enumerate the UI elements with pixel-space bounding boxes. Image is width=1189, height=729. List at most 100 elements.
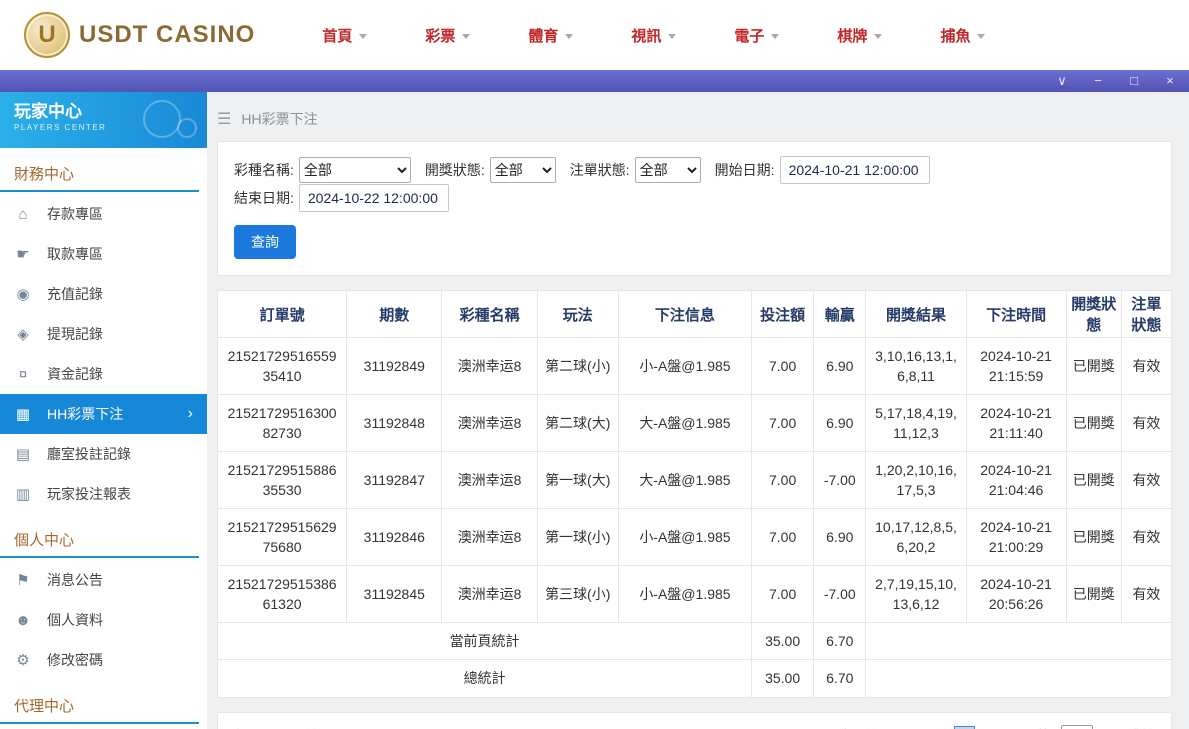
draw-status-select[interactable]: 全部 (490, 157, 556, 183)
chevron-right-icon: › (188, 405, 193, 423)
nav-item-board-games[interactable]: 棋牌 (837, 25, 882, 46)
col-header-order-status: 注單狀態 (1121, 291, 1171, 338)
sidebar-item-player-bet-report[interactable]: ▥ 玩家投注報表 (0, 474, 207, 514)
end-date-label: 結束日期: (234, 188, 294, 208)
withdraw-record-icon: ◈ (14, 325, 32, 343)
section-title-personal: 個人中心 (0, 514, 199, 558)
nav-item-slots[interactable]: 電子 (734, 25, 779, 46)
collapse-icon[interactable]: ∨ (1055, 70, 1069, 92)
sidebar-item-room-bet-records[interactable]: ▤ 廳室投註記錄 (0, 434, 207, 474)
col-header-result: 開獎結果 (866, 291, 966, 338)
chevron-down-icon (771, 34, 779, 39)
sidebar-item-profile[interactable]: ☻ 個人資料 (0, 600, 207, 640)
sidebar-item-withdraw-record[interactable]: ◈ 提現記錄 (0, 314, 207, 354)
section-title-agent: 代理中心 (0, 680, 199, 724)
cell-win-loss: 6.90 (814, 395, 866, 452)
logo-text: USDT CASINO (79, 21, 255, 49)
jump-suffix-label: 页 (1103, 726, 1117, 729)
hamburger-menu-icon[interactable]: ☰ (217, 109, 231, 129)
report-icon: ▥ (14, 485, 32, 503)
table-row: 2152172951562975680 31192846 澳洲幸运8 第一球(小… (218, 509, 1171, 566)
breadcrumb: ☰ HH彩票下注 (217, 109, 1172, 129)
chevron-down-icon (565, 34, 573, 39)
cell-amount: 7.00 (752, 338, 814, 395)
pagination-bar: 每頁顯示20條 共5条 首页 上一页 1 下一页 第 页 跳转 (217, 712, 1172, 729)
page-summary-label: 當前頁統計 (218, 623, 752, 660)
cell-bet-info: 大-A盤@1.985 (618, 395, 751, 452)
start-date-input[interactable] (780, 156, 930, 184)
total-count-text: 共5条 (818, 726, 854, 729)
cell-amount: 7.00 (752, 452, 814, 509)
chevron-down-icon (462, 34, 470, 39)
maximize-icon[interactable]: □ (1127, 70, 1141, 92)
order-status-select[interactable]: 全部 (635, 157, 701, 183)
cell-bet-time: 2024-10-21 21:00:29 (966, 509, 1066, 566)
col-header-bet-time: 下注時間 (966, 291, 1066, 338)
sidebar-item-label: 玩家投注報表 (47, 484, 131, 504)
query-button[interactable]: 查詢 (234, 225, 296, 259)
current-page-indicator[interactable]: 1 (954, 726, 975, 729)
nav-item-sports[interactable]: 體育 (528, 25, 573, 46)
gamepad-decoration-icon (143, 100, 181, 138)
first-page-link[interactable]: 首页 (864, 726, 892, 729)
bell-icon: ⚑ (14, 571, 32, 589)
section-title-finance: 財務中心 (0, 148, 199, 192)
cell-win-loss: -7.00 (814, 566, 866, 623)
nav-item-home[interactable]: 首頁 (322, 25, 367, 46)
lottery-name-select[interactable]: 全部 (299, 157, 411, 183)
close-icon[interactable]: × (1163, 70, 1177, 92)
cell-bet-time: 2024-10-21 21:15:59 (966, 338, 1066, 395)
nav-item-live-video[interactable]: 視訊 (631, 25, 676, 46)
total-summary-amount: 35.00 (752, 660, 814, 697)
end-date-input[interactable] (299, 184, 449, 212)
sidebar-item-recharge-record[interactable]: ◉ 充值記錄 (0, 274, 207, 314)
sidebar-item-deposit[interactable]: ⌂ 存款專區 (0, 194, 207, 234)
next-page-link[interactable]: 下一页 (985, 726, 1027, 729)
nav-item-lottery[interactable]: 彩票 (425, 25, 470, 46)
jump-button[interactable]: 跳转 (1127, 726, 1155, 729)
minimize-icon[interactable]: − (1091, 70, 1105, 92)
sidebar-item-label: 個人資料 (47, 610, 103, 630)
bets-table-card: 訂單號 期數 彩種名稱 玩法 下注信息 投注額 輸贏 開獎結果 下注時間 開獎狀… (217, 290, 1172, 698)
cell-amount: 7.00 (752, 566, 814, 623)
table-header-row: 訂單號 期數 彩種名稱 玩法 下注信息 投注額 輸贏 開獎結果 下注時間 開獎狀… (218, 291, 1171, 338)
cell-period: 31192847 (347, 452, 442, 509)
cell-order-status: 有效 (1121, 566, 1171, 623)
total-summary-empty (866, 660, 1171, 697)
site-logo[interactable]: U USDT CASINO (24, 12, 255, 58)
nav-label: 彩票 (425, 25, 455, 46)
sidebar: 玩家中心 PLAYERS CENTER 財務中心 ⌂ 存款專區 ☛ 取款專區 ◉… (0, 92, 207, 729)
cell-order-id: 2152172951630082730 (218, 395, 347, 452)
nav-item-fishing[interactable]: 捕魚 (940, 25, 985, 46)
col-header-play: 玩法 (537, 291, 618, 338)
sidebar-item-withdraw[interactable]: ☛ 取款專區 (0, 234, 207, 274)
sidebar-item-announcements[interactable]: ⚑ 消息公告 (0, 560, 207, 600)
chevron-down-icon (977, 34, 985, 39)
sidebar-item-label: HH彩票下注 (47, 404, 123, 424)
bank-icon: ⌂ (14, 206, 32, 223)
sidebar-item-label: 修改密碼 (47, 650, 103, 670)
sidebar-item-funds-record[interactable]: ¤ 資金記錄 (0, 354, 207, 394)
chevron-down-icon (359, 34, 367, 39)
sidebar-item-hh-lottery-bets[interactable]: ▦ HH彩票下注 › (0, 394, 207, 434)
page-size-text: 每頁顯示20條 (234, 726, 320, 729)
col-header-amount: 投注額 (752, 291, 814, 338)
cell-draw-status: 已開獎 (1066, 509, 1121, 566)
cell-play: 第一球(小) (537, 509, 618, 566)
nav-label: 棋牌 (837, 25, 867, 46)
cell-bet-info: 小-A盤@1.985 (618, 509, 751, 566)
total-summary-row: 總統計 35.00 6.70 (218, 660, 1171, 697)
chevron-down-icon (668, 34, 676, 39)
cell-bet-info: 小-A盤@1.985 (618, 338, 751, 395)
cell-draw-status: 已開獎 (1066, 395, 1121, 452)
cell-result: 3,10,16,13,1,6,8,11 (866, 338, 966, 395)
nav-label: 捕魚 (940, 25, 970, 46)
page-jump-input[interactable] (1061, 725, 1093, 729)
cell-bet-time: 2024-10-21 20:56:26 (966, 566, 1066, 623)
table-row: 2152172951630082730 31192848 澳洲幸运8 第二球(大… (218, 395, 1171, 452)
gamepad-decoration-icon (177, 118, 197, 138)
start-date-label: 開始日期: (715, 160, 775, 180)
prev-page-link[interactable]: 上一页 (902, 726, 944, 729)
cell-bet-info: 小-A盤@1.985 (618, 566, 751, 623)
sidebar-item-change-password[interactable]: ⚙ 修改密碼 (0, 640, 207, 680)
